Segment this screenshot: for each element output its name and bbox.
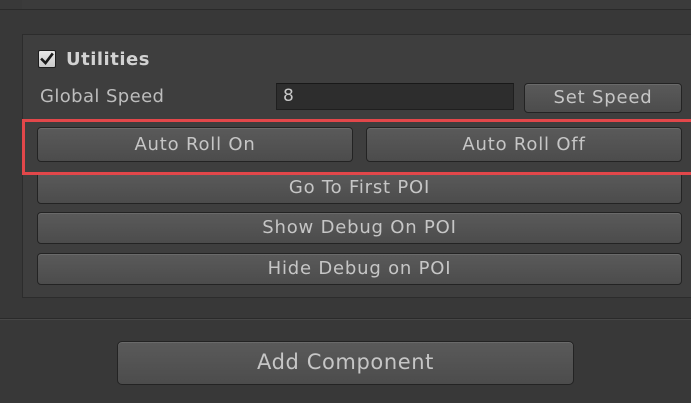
separator-highlight: [0, 319, 691, 320]
global-speed-label: Global Speed: [40, 86, 165, 107]
enabled-checkbox[interactable]: [38, 50, 56, 68]
show-debug-on-poi-button[interactable]: Show Debug On POI: [37, 212, 682, 244]
hide-debug-on-poi-button[interactable]: Hide Debug on POI: [37, 253, 682, 285]
checkmark-icon: [40, 52, 54, 65]
component-header: Utilities: [38, 46, 150, 72]
component-title: Utilities: [66, 48, 150, 70]
auto-roll-on-button[interactable]: Auto Roll On: [37, 127, 353, 162]
previous-component-edge: [0, 0, 691, 10]
auto-roll-off-button[interactable]: Auto Roll Off: [366, 127, 682, 162]
set-speed-button[interactable]: Set Speed: [524, 83, 682, 113]
divider: [0, 9, 691, 10]
go-to-first-poi-button[interactable]: Go To First POI: [37, 172, 682, 204]
add-component-button[interactable]: Add Component: [117, 341, 574, 385]
global-speed-input[interactable]: 8: [276, 83, 514, 110]
